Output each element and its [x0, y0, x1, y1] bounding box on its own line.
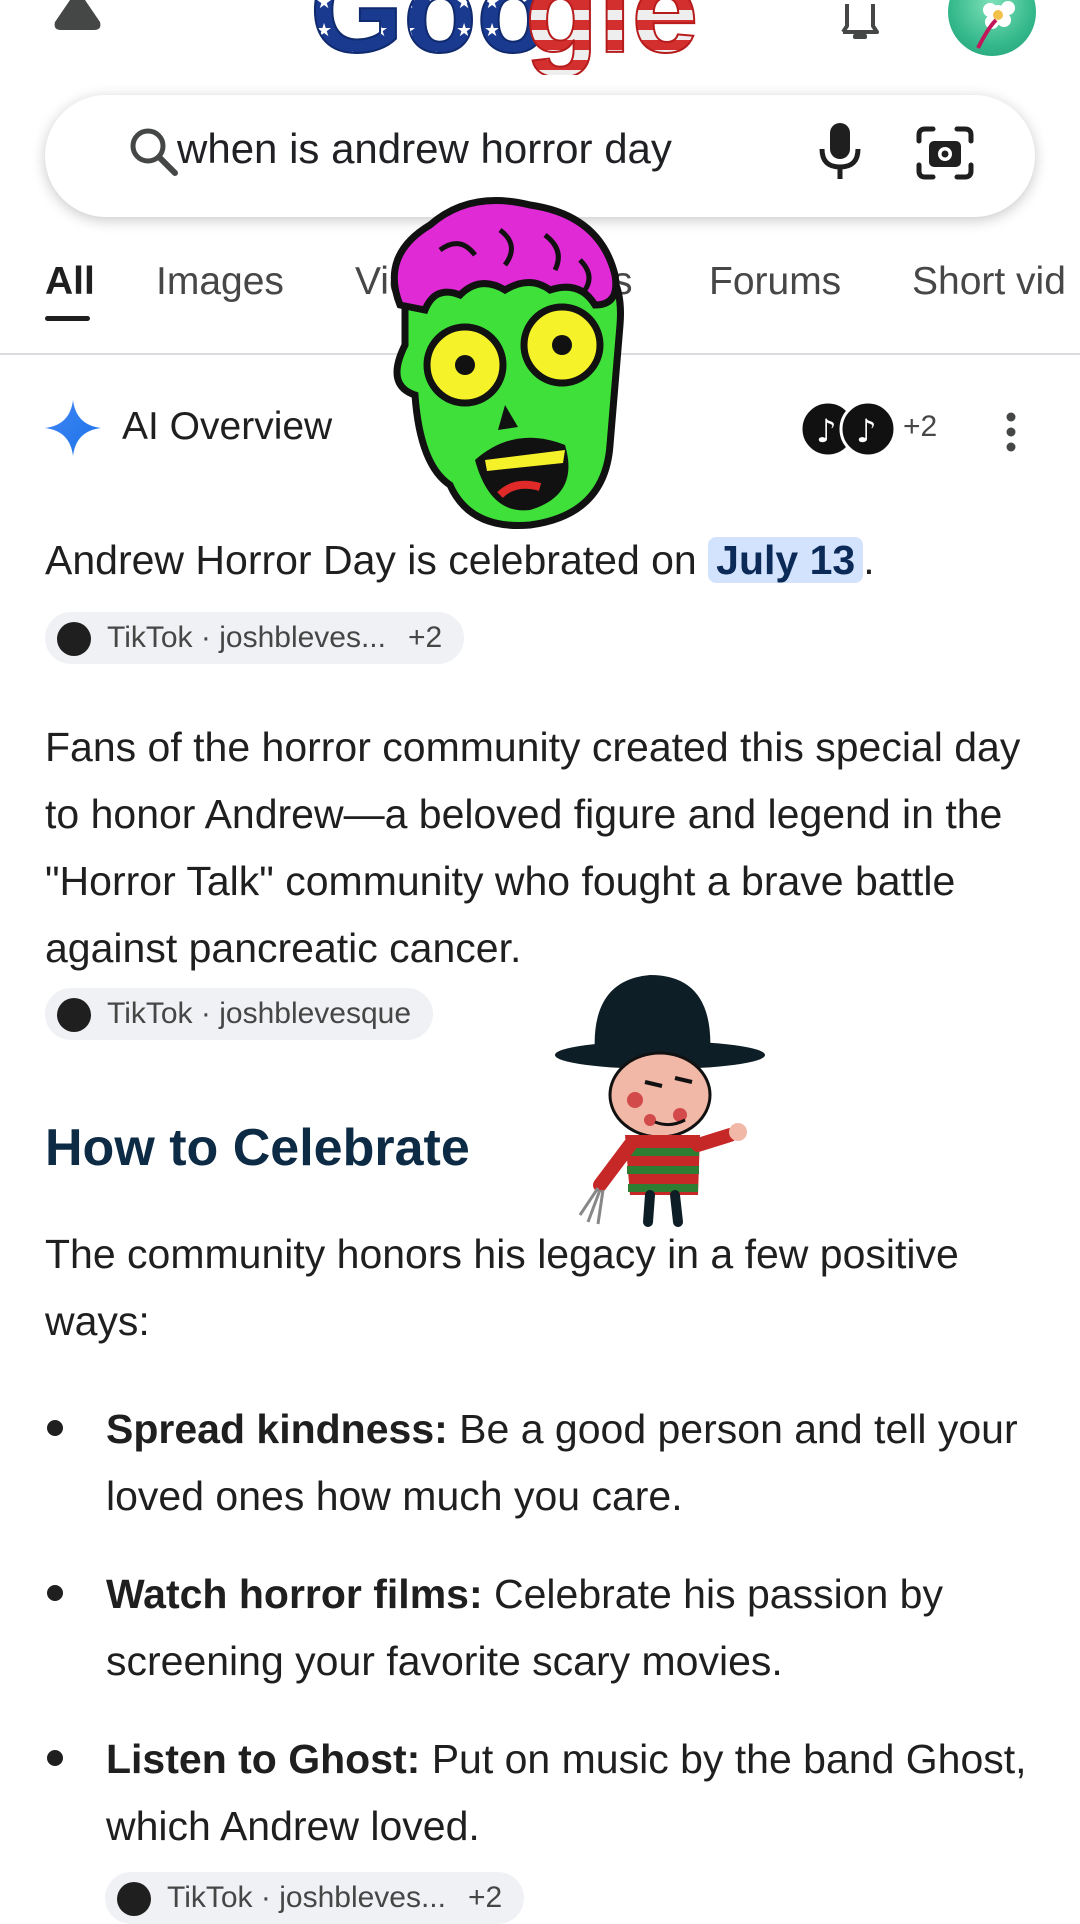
- celebration-list: Spread kindness: Be a good person and te…: [45, 1396, 1035, 1891]
- account-avatar[interactable]: [948, 0, 1036, 56]
- tab-forums[interactable]: Forums: [709, 260, 841, 304]
- section-heading: How to Celebrate: [45, 1119, 470, 1177]
- list-item: Listen to Ghost: Put on music by the ban…: [45, 1726, 1035, 1860]
- freddy-cartoon-sticker: [555, 975, 765, 1227]
- answer-highlight-date[interactable]: July 13: [708, 537, 864, 583]
- source-chip-2[interactable]: TikTok · joshblevesque: [45, 988, 434, 1040]
- list-item: Spread kindness: Be a good person and te…: [45, 1396, 1035, 1530]
- answer-text-before: Andrew Horror Day is celebrated on: [45, 537, 709, 583]
- bullet-dot: [47, 1750, 63, 1766]
- source-chip-label: TikTok · joshbleves...: [167, 1881, 446, 1914]
- bullet-dot: [47, 1420, 63, 1436]
- tab-images[interactable]: Images: [156, 260, 284, 304]
- source-chip-count: +2: [467, 1881, 503, 1914]
- search-query-text[interactable]: when is andrew horror day: [177, 125, 672, 173]
- source-count[interactable]: +2: [903, 410, 937, 444]
- search-icon[interactable]: [125, 123, 183, 181]
- tiktok-icon: [57, 622, 91, 656]
- svg-text:♪: ♪: [856, 412, 876, 450]
- source-chip-3[interactable]: TikTok · joshbleves... +2: [105, 1872, 525, 1924]
- source-avatars[interactable]: ♪ ♪: [798, 400, 898, 458]
- voice-search-mic-icon[interactable]: [815, 121, 865, 183]
- source-chip-count: +2: [407, 621, 443, 654]
- source-chip-label: TikTok · joshbleves...: [107, 621, 386, 654]
- google-doodle-logo[interactable]: ★ Goo gle: [310, 0, 780, 75]
- logo-text-right: gle: [525, 0, 698, 75]
- tiktok-icon: [117, 1882, 151, 1916]
- overview-paragraph-2: The community honors his legacy in a few…: [45, 1231, 959, 1344]
- tab-short-videos[interactable]: Short vid: [912, 260, 1066, 304]
- tab-all[interactable]: All: [45, 260, 95, 304]
- zombie-head-sticker: [390, 197, 624, 529]
- list-item-title: Listen to Ghost:: [106, 1736, 421, 1782]
- tiktok-source-icon: ♪: [839, 400, 897, 458]
- list-item-title: Watch horror films:: [106, 1571, 483, 1617]
- avatar-flower-icon: [976, 1, 1015, 49]
- overview-paragraph-1: Fans of the horror community created thi…: [45, 724, 1021, 971]
- google-lens-camera-icon[interactable]: [915, 125, 975, 181]
- tiktok-icon: [57, 998, 91, 1032]
- notifications-bell-icon[interactable]: [835, 0, 885, 40]
- logo-text-left: Goo: [310, 0, 550, 75]
- labs-flask-icon[interactable]: [50, 0, 105, 30]
- ai-sparkle-icon: [45, 400, 101, 456]
- source-chip-1[interactable]: TikTok · joshbleves... +2: [45, 612, 465, 664]
- more-options-icon[interactable]: [1000, 410, 1022, 454]
- list-item-title: Spread kindness:: [106, 1406, 448, 1452]
- bullet-dot: [47, 1585, 63, 1601]
- list-item: Watch horror films: Celebrate his passio…: [45, 1561, 1035, 1695]
- answer-sentence: Andrew Horror Day is celebrated on July …: [45, 537, 875, 584]
- svg-text:♪: ♪: [816, 412, 836, 450]
- source-chip-label: TikTok · joshblevesque: [107, 997, 412, 1030]
- ai-overview-title: AI Overview: [122, 405, 333, 448]
- answer-text-after: .: [863, 537, 875, 583]
- tab-active-indicator: [45, 316, 90, 321]
